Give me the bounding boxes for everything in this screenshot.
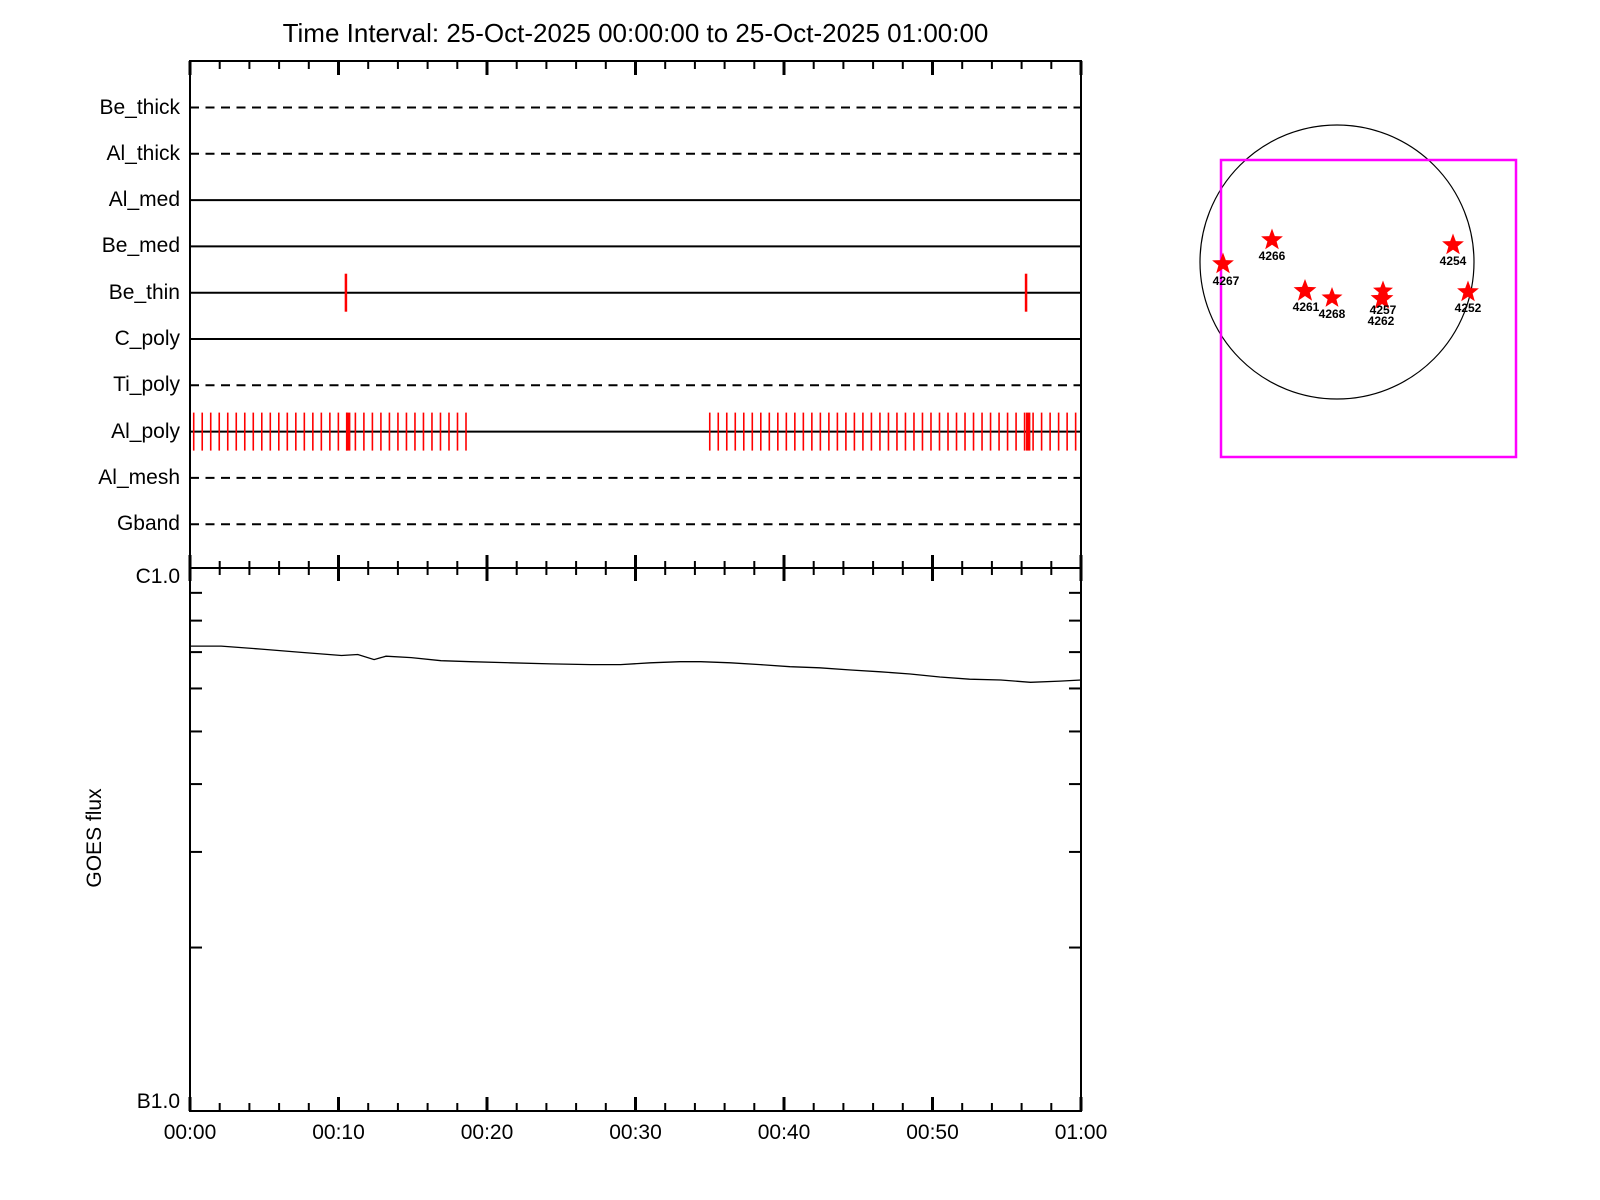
goes-axis-bottom-label: B1.0 [136, 1090, 180, 1113]
time-tick-label: 01:00 [1054, 1121, 1108, 1144]
filter-row-label-gband: Gband [116, 512, 180, 536]
page-title: Time Interval: 25-Oct-2025 00:00:00 to 2… [282, 18, 989, 48]
active-region-star-4267 [1212, 252, 1234, 274]
time-tick-label: 00:30 [609, 1121, 662, 1144]
time-tick-label: 00:10 [312, 1121, 365, 1144]
active-region-star-4252 [1457, 280, 1479, 302]
time-tick-label: 00:20 [460, 1121, 514, 1144]
goes-axis-title: GOES flux [83, 788, 106, 888]
time-tick-label: 00:00 [163, 1121, 217, 1144]
active-region-star-4261 [1293, 279, 1317, 301]
exposure-marks [192, 273, 1077, 451]
filter-rows [190, 106, 1081, 526]
goes-axis-top-label: C1.0 [135, 565, 180, 588]
active-region-star-4254 [1442, 233, 1464, 255]
plot-graphics [188, 60, 1518, 1112]
active-region-label: 4267 [1212, 274, 1240, 288]
filter-row-label-be-thick: Be_thick [99, 95, 180, 119]
filter-row-label-al-poly: Al_poly [111, 419, 180, 443]
active-region-label: 4254 [1439, 254, 1467, 268]
filter-row-label-al-thick: Al_thick [106, 141, 180, 165]
screenshot-root: Time Interval: 25-Oct-2025 00:00:00 to 2… [0, 0, 1600, 1200]
active-region-star-4266 [1261, 228, 1283, 250]
panel-frames [189, 60, 1082, 1112]
filter-row-label-al-med: Al_med [108, 188, 180, 212]
time-tick-label: 00:50 [906, 1121, 959, 1144]
time-axis-ticks [188, 61, 1083, 1111]
goes-log-ticks [190, 591, 1081, 949]
filter-row-label-al-mesh: Al_mesh [98, 465, 180, 489]
active-region-label: 4268 [1318, 307, 1346, 321]
filter-row-label-ti-poly: Ti_poly [113, 373, 180, 397]
active-region-label: 4262 [1367, 314, 1395, 328]
filter-row-label-be-med: Be_med [101, 234, 180, 258]
active-region-label: 4266 [1258, 249, 1286, 263]
active-region-label: 4252 [1454, 301, 1482, 315]
filter-row-label-be-thin: Be_thin [108, 280, 180, 304]
time-tick-label: 00:40 [757, 1121, 811, 1144]
filter-row-label-c-poly: C_poly [114, 327, 180, 350]
active-region-stars [1212, 228, 1479, 309]
goes-flux-curve [190, 645, 1082, 683]
